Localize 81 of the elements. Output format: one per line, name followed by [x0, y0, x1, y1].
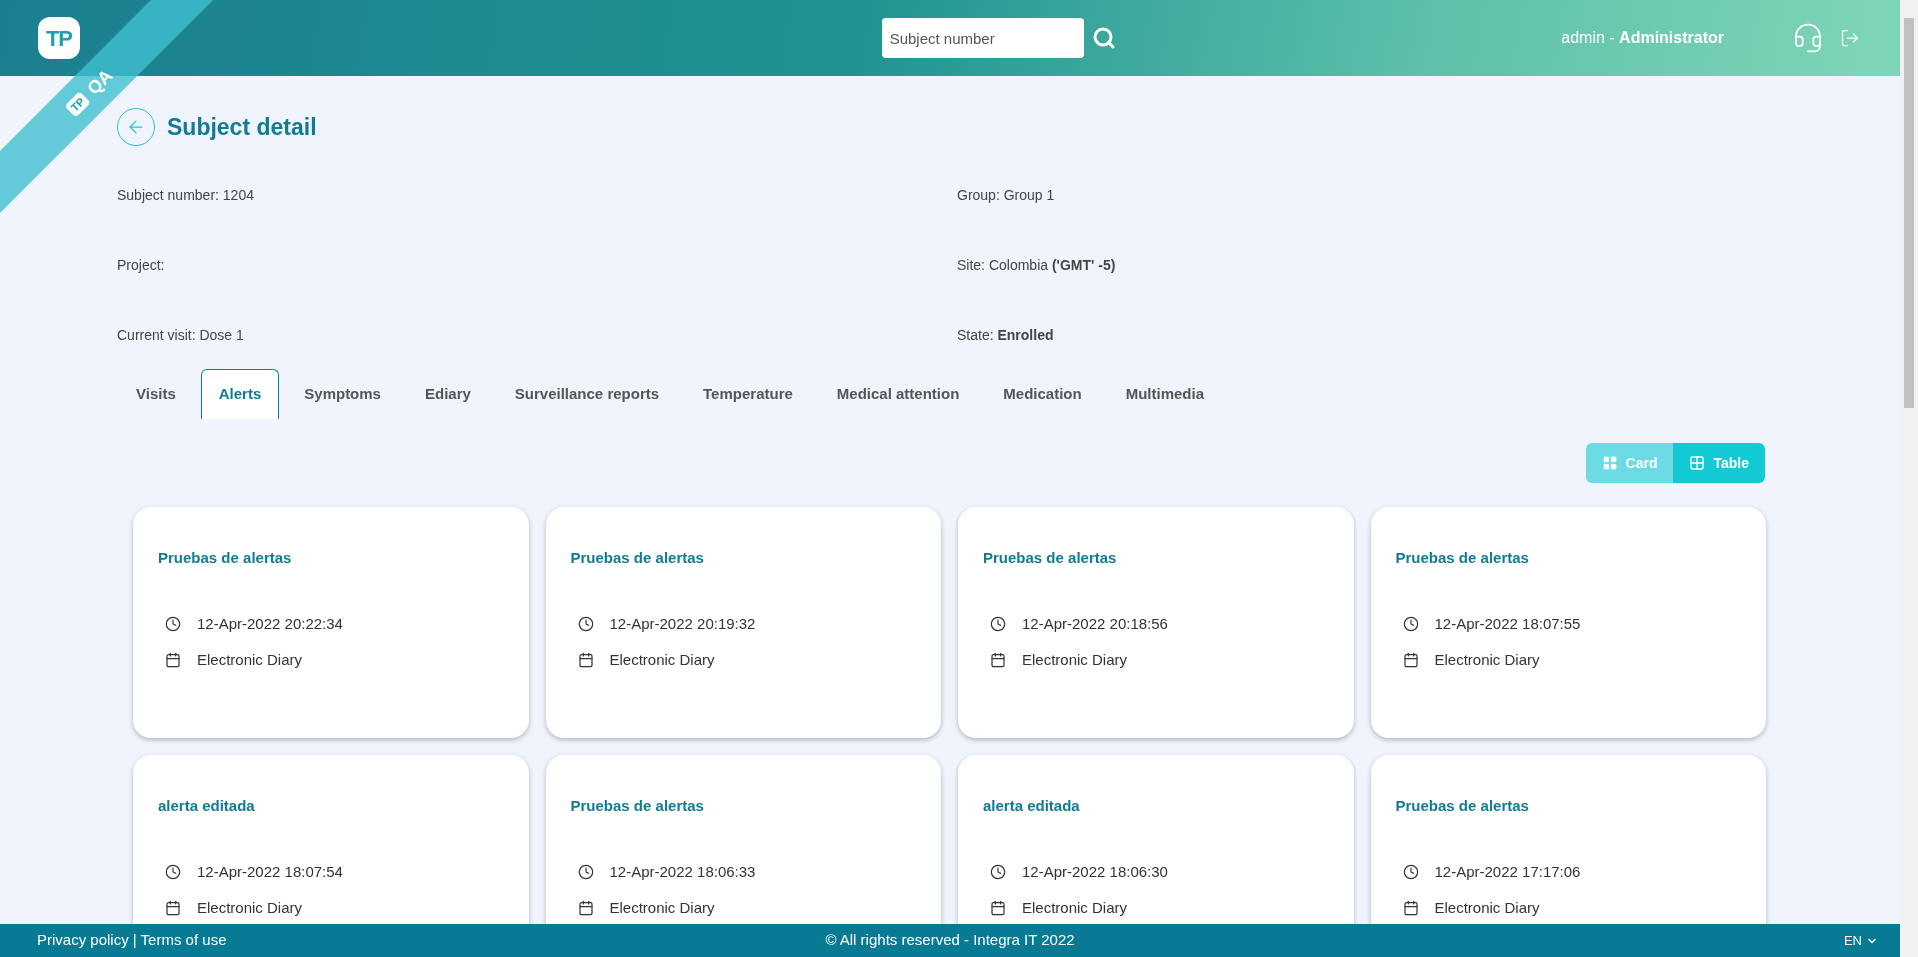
- info-field: Project:: [117, 255, 165, 273]
- search-field[interactable]: Subject number: [881, 18, 1084, 58]
- calendar-icon: [1402, 652, 1419, 669]
- clock-icon: [1402, 863, 1419, 880]
- alert-source: Electronic Diary: [1434, 898, 1540, 918]
- tab[interactable]: Visits: [117, 369, 195, 419]
- info-field: Group: Group 1: [957, 185, 1055, 203]
- alert-card[interactable]: Pruebas de alertas 12-Apr-2022 20:19:32 Electronic Diary: [545, 507, 941, 738]
- calendar-icon: [577, 900, 594, 917]
- alert-card[interactable]: Pruebas de alertas 12-Apr-2022 20:22:34 Electronic Diary: [133, 507, 529, 738]
- alert-source: Electronic Diary: [609, 898, 715, 918]
- clock-icon: [990, 615, 1006, 632]
- alert-title: alerta editada: [983, 796, 1080, 816]
- alert-card[interactable]: Pruebas de alertas 12-Apr-2022 17:17:06 Electronic Diary: [1370, 755, 1766, 924]
- alert-title: Pruebas de alertas: [158, 548, 292, 568]
- alert-card[interactable]: Pruebas de alertas 12-Apr-2022 18:07:55 Electronic Diary: [1370, 507, 1766, 738]
- alert-source: Electronic Diary: [197, 650, 303, 670]
- alert-card[interactable]: alerta editada 12-Apr-2022 18:06:30 Electronic Diary: [958, 755, 1354, 924]
- info-field: Site: Colombia ('GMT' -5): [957, 255, 1116, 273]
- table-icon: [1689, 455, 1706, 471]
- alert-card[interactable]: alerta editada 12-Apr-2022 18:07:54 Electronic Diary: [133, 755, 529, 924]
- tab[interactable]: Medical attention: [817, 369, 979, 419]
- alert-card[interactable]: Pruebas de alertas 12-Apr-2022 18:06:33 Electronic Diary: [545, 755, 941, 924]
- alert-time: 12-Apr-2022 18:06:30: [1022, 861, 1168, 882]
- clock-icon: [577, 863, 594, 880]
- alert-title: Pruebas de alertas: [570, 548, 704, 568]
- info-field: State: Enrolled: [957, 325, 1054, 343]
- alert-title: Pruebas de alertas: [1395, 548, 1529, 568]
- calendar-icon: [990, 652, 1006, 669]
- alert-card[interactable]: Pruebas de alertas 12-Apr-2022 20:18:56 Electronic Diary: [958, 507, 1354, 738]
- tab[interactable]: Temperature: [684, 369, 812, 419]
- alert-source: Electronic Diary: [197, 898, 303, 918]
- clock-icon: [165, 615, 181, 632]
- logout-button[interactable]: [1840, 28, 1860, 48]
- alert-time: 12-Apr-2022 18:06:33: [609, 861, 756, 882]
- alert-source: Electronic Diary: [1022, 650, 1128, 670]
- info-field: Current visit: Dose 1: [117, 325, 244, 343]
- app-logo: TP: [46, 24, 72, 53]
- alert-title: Pruebas de alertas: [983, 548, 1117, 568]
- user-name: admin - Administrator: [1561, 28, 1724, 48]
- headset-icon: [1792, 22, 1824, 54]
- alert-time: 12-Apr-2022 20:19:32: [609, 613, 756, 634]
- scrollbar[interactable]: [1900, 0, 1918, 957]
- alert-time: 12-Apr-2022 18:07:54: [197, 861, 343, 882]
- alert-title: Pruebas de alertas: [570, 796, 704, 816]
- tab[interactable]: Multimedia: [1106, 369, 1224, 419]
- alert-source: Electronic Diary: [1022, 898, 1128, 918]
- terms-link[interactable]: Terms of use: [140, 929, 227, 952]
- clock-icon: [1402, 615, 1419, 632]
- clock-icon: [165, 863, 181, 880]
- search-icon: [1091, 26, 1116, 50]
- calendar-icon: [990, 900, 1006, 917]
- copyright-text: © All rights reserved - Integra IT 2022: [824, 930, 1076, 951]
- calendar-icon: [165, 900, 181, 917]
- link-separator: |: [132, 930, 137, 951]
- alert-time: 12-Apr-2022 18:07:55: [1434, 613, 1581, 634]
- ribbon-logo: TP: [64, 91, 91, 118]
- clock-icon: [990, 863, 1006, 880]
- info-field: Subject number: 1204: [117, 185, 254, 203]
- tab[interactable]: Surveillance reports: [495, 369, 679, 419]
- calendar-icon: [577, 652, 594, 669]
- grid-icon: [1601, 455, 1618, 471]
- language-selector[interactable]: EN: [1843, 930, 1878, 951]
- alert-time: 12-Apr-2022 20:18:56: [1022, 613, 1168, 634]
- alert-title: Pruebas de alertas: [1395, 796, 1529, 816]
- alert-source: Electronic Diary: [1434, 650, 1540, 670]
- alert-time: 12-Apr-2022 20:22:34: [197, 613, 343, 634]
- alert-time: 12-Apr-2022 17:17:06: [1434, 861, 1581, 882]
- alert-source: Electronic Diary: [609, 650, 715, 670]
- tab[interactable]: Medication: [984, 369, 1101, 419]
- logout-icon: [1840, 28, 1860, 48]
- privacy-link[interactable]: Privacy policy: [37, 929, 129, 952]
- page-title: Subject detail: [167, 112, 317, 142]
- clock-icon: [577, 615, 594, 632]
- tab[interactable]: Symptoms: [285, 369, 400, 419]
- calendar-icon: [1402, 900, 1419, 917]
- tab[interactable]: Alerts: [200, 369, 280, 419]
- tab[interactable]: Ediary: [405, 369, 490, 419]
- support-button[interactable]: [1792, 22, 1824, 54]
- calendar-icon: [165, 652, 181, 669]
- alert-title: alerta editada: [158, 796, 255, 816]
